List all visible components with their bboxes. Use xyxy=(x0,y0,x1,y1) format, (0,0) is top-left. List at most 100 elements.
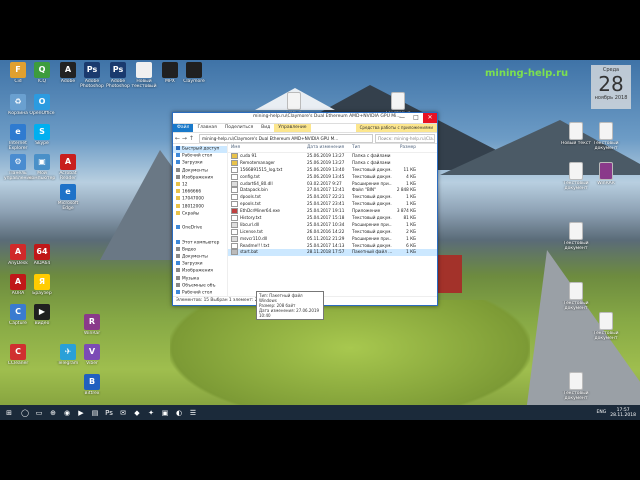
file-row[interactable]: msvcr110.dll 05.11.2012 21:29 Расширение п… xyxy=(228,235,437,243)
nav-item[interactable]: Быстрый доступ xyxy=(173,146,227,154)
nav-item[interactable]: Рабочий стол xyxy=(173,153,227,160)
column-type[interactable]: Тип xyxy=(352,144,392,152)
desktop-file-icon[interactable]: Текстовый документ xyxy=(560,282,592,311)
taskbar-app-button[interactable]: ▤ xyxy=(88,405,102,420)
desktop-app-icon xyxy=(186,62,202,78)
taskbar-app-button[interactable]: ☰ xyxy=(186,405,200,420)
nav-item[interactable]: Этот компьютер xyxy=(173,239,227,247)
taskbar-app-button[interactable]: ◯ xyxy=(18,405,32,420)
desktop-icon[interactable]: Claymore xyxy=(178,62,210,89)
desktop-icon[interactable]: e Microsoft Edge xyxy=(52,184,84,211)
file-name-text: EthDcrMiner64.exe xyxy=(240,208,281,214)
clock[interactable]: 17:57 28.11.2018 xyxy=(610,408,636,418)
desktop-icon[interactable]: B Bittrex xyxy=(76,374,108,401)
file-row[interactable]: History.txt 25.04.2017 15:18 Текстовый док… xyxy=(228,215,437,222)
nav-item[interactable]: Объемные объ xyxy=(173,282,227,290)
file-row[interactable]: Datapack.bin 27.04.2017 12:41 Файл "BIN" 2 … xyxy=(228,187,437,194)
start-button[interactable]: ⊞ xyxy=(0,405,18,420)
desktop-icon[interactable]: V Viber xyxy=(76,344,108,371)
file-row[interactable]: start.bat 28.11.2018 17:57 Пакетный файл .… xyxy=(228,249,437,257)
file-name-text: libcurl.dll xyxy=(240,221,260,227)
nav-item[interactable]: Изображения xyxy=(173,268,227,275)
desktop-icon[interactable]: A Acrobat Reader xyxy=(52,154,84,181)
desktop-icon[interactable]: ▶ Видео xyxy=(26,304,58,331)
desktop-icon[interactable]: C CCleaner xyxy=(2,344,34,371)
window-titlebar[interactable]: mining-help.ru\Claymore's Dual Ethereum … xyxy=(173,113,437,124)
folder-icon xyxy=(176,225,180,230)
nav-item[interactable]: Видео xyxy=(173,246,227,254)
file-type: Расширение при... xyxy=(352,180,392,186)
address-bar-row: ← → ↑ mining-help.ru\Claymore's Dual Eth… xyxy=(173,133,437,144)
column-date[interactable]: Дата изменения xyxy=(307,144,352,152)
desktop-icon-label: AIDA64 xyxy=(33,261,51,266)
file-row[interactable]: 1566891515_log.txt 25.06.2019 13:40 Тексто… xyxy=(228,166,437,174)
nav-item[interactable] xyxy=(173,232,227,239)
nav-item[interactable]: Загрузки xyxy=(173,261,227,268)
file-row[interactable]: libcurl.dll 25.04.2017 10:34 Расширение пр… xyxy=(228,221,437,229)
file-row[interactable]: cudart64_80.dll 03.02.2017 9:27 Расширение… xyxy=(228,180,437,188)
desktop-icon[interactable]: R WinRar xyxy=(76,314,108,341)
desktop-icon[interactable]: O OpenOffice xyxy=(26,94,58,121)
taskbar-app-button[interactable]: ◉ xyxy=(60,405,74,420)
desktop-file-icon[interactable]: Текстовый документ xyxy=(590,122,622,151)
desktop-file-icon[interactable]: WinRAR xyxy=(590,162,622,191)
nav-item[interactable]: Документы xyxy=(173,167,227,175)
desktop-file-icon[interactable]: Текстовый документ xyxy=(560,222,592,251)
search-input[interactable]: Поиск: mining-help.ru\Cla... xyxy=(375,133,435,143)
nav-item[interactable]: Музыка xyxy=(173,275,227,283)
desktop-file-icon[interactable]: Текстовый документ xyxy=(590,312,622,341)
folder-icon xyxy=(176,218,180,222)
language-indicator[interactable]: ENG xyxy=(597,410,607,415)
tab-home[interactable]: Главная xyxy=(193,124,220,132)
file-row[interactable]: cuda 91 25.06.2019 13:27 Папка с файлами xyxy=(228,153,437,160)
file-date: 25.06.2019 13:27 xyxy=(307,159,345,165)
file-row[interactable]: epools.txt 25.04.2017 23:41 Текстовый доку… xyxy=(228,201,437,208)
nav-item[interactable]: Изображения xyxy=(173,174,227,182)
taskbar-app-button[interactable]: ⊕ xyxy=(46,405,60,420)
file-row[interactable]: License.txt 26.04.2016 14:22 Текстовый док… xyxy=(228,228,437,236)
nav-item[interactable]: 17047000 xyxy=(173,196,227,203)
taskbar-app-button[interactable]: ◐ xyxy=(172,405,186,420)
file-row[interactable]: Readme!!!.txt 25.04.2017 14:13 Текстовый д… xyxy=(228,242,437,250)
nav-item[interactable]: 12 xyxy=(173,182,227,189)
address-bar[interactable]: mining-help.ru\Claymore's Dual Ethereum … xyxy=(199,133,373,143)
taskbar-app-button[interactable]: ✉ xyxy=(116,405,130,420)
taskbar-app-button[interactable]: ▶ xyxy=(74,405,88,420)
tab-view[interactable]: Вид xyxy=(257,124,274,132)
column-size[interactable]: Размер xyxy=(392,144,416,152)
nav-item[interactable]: Скрайы xyxy=(173,210,227,218)
file-date: 25.04.2017 22:21 xyxy=(307,194,345,200)
nav-item[interactable]: 1666666 xyxy=(173,189,227,196)
file-date: 25.04.2017 10:34 xyxy=(307,221,345,227)
taskbar-app-button[interactable]: ✦ xyxy=(144,405,158,420)
desktop-file-icon[interactable]: Текстовый документ xyxy=(560,372,592,401)
taskbar-app-button[interactable]: Ps xyxy=(102,405,116,420)
minimize-button[interactable]: — xyxy=(395,113,409,123)
desktop-icon[interactable]: 64 AIDA64 xyxy=(26,244,58,271)
nav-item[interactable]: Документы xyxy=(173,254,227,261)
desktop-icon[interactable]: Я Браузер xyxy=(26,274,58,301)
nav-item[interactable] xyxy=(173,218,227,225)
taskbar-app-button[interactable]: ▣ xyxy=(158,405,172,420)
taskbar-app-button[interactable]: ▭ xyxy=(32,405,46,420)
nav-item[interactable]: Загрузки xyxy=(173,160,227,167)
nav-item[interactable]: 18012000 xyxy=(173,203,227,211)
close-button[interactable]: ✕ xyxy=(423,113,437,123)
desktop-file-icon[interactable]: Текстовый документ xyxy=(560,162,592,191)
tab-share[interactable]: Поделиться xyxy=(221,124,257,132)
desktop-file-icon[interactable]: Новый текст xyxy=(560,122,592,151)
tab-manage[interactable]: Управление xyxy=(274,124,311,132)
explorer-window[interactable]: mining-help.ru\Claymore's Dual Ethereum … xyxy=(172,112,438,320)
calendar-widget[interactable]: Среда 28 ноябрь 2018 xyxy=(591,65,631,109)
nav-buttons[interactable]: ← → ↑ xyxy=(173,135,199,142)
file-row[interactable]: config.txt 25.06.2019 13:45 Текстовый доку… xyxy=(228,173,437,181)
column-name[interactable]: Имя xyxy=(228,144,307,152)
maximize-button[interactable]: □ xyxy=(409,113,423,123)
file-row[interactable]: dpools.txt 25.04.2017 22:21 Текстовый доку… xyxy=(228,194,437,201)
file-row[interactable]: EthDcrMiner64.exe 25.04.2017 19:11 Приложе… xyxy=(228,208,437,215)
tab-file[interactable]: Файл xyxy=(173,124,194,132)
desktop-icon[interactable]: S Skype xyxy=(26,124,58,151)
taskbar-app-button[interactable]: ◆ xyxy=(130,405,144,420)
nav-item[interactable]: OneDrive xyxy=(173,225,227,232)
file-row[interactable]: Remotemanager 25.06.2019 13:27 Папка с фай… xyxy=(228,159,437,167)
